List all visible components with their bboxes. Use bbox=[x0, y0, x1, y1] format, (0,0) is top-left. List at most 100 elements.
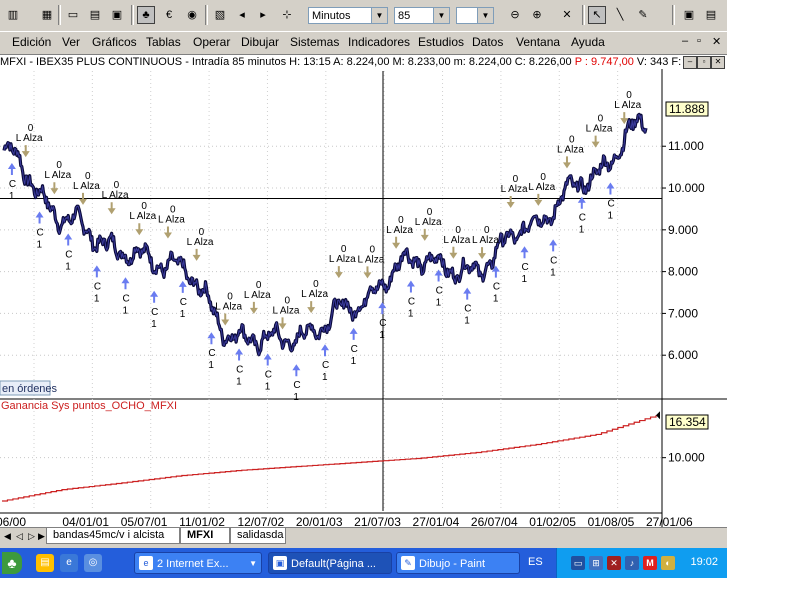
time-tick-label: 27/01/04 bbox=[413, 515, 460, 527]
tab-salidasda[interactable]: salidasda bbox=[230, 528, 286, 544]
speaker-icon[interactable]: ♪ bbox=[625, 556, 639, 570]
buy-signal-qty: 1 bbox=[37, 240, 43, 251]
sell-signal-zero: 0 bbox=[427, 207, 433, 218]
chart-style-icon[interactable]: ✕ bbox=[558, 6, 576, 24]
price-tick-label: 10.000 bbox=[668, 181, 705, 195]
portfolio-icon[interactable]: ♣ bbox=[137, 6, 155, 24]
tab-mfxi[interactable]: MFXI bbox=[180, 528, 230, 544]
zoom-out-icon[interactable]: ⊖ bbox=[506, 6, 524, 24]
mdi-minimize-icon[interactable]: – bbox=[682, 35, 688, 47]
messenger-icon[interactable]: ◐ bbox=[661, 556, 675, 570]
menu-graficos[interactable]: Gráficos bbox=[92, 35, 137, 49]
task-default-page[interactable]: ▣ Default(Página ... bbox=[268, 552, 392, 574]
tab-next-icon[interactable]: ▷ bbox=[28, 531, 35, 542]
chart-type-select[interactable]: ▼ bbox=[456, 7, 494, 24]
tab-last-icon[interactable]: ▶ bbox=[38, 531, 45, 542]
language-indicator[interactable]: ES bbox=[528, 556, 543, 568]
sell-signal-zero: 0 bbox=[285, 295, 291, 306]
sell-signal-label: L Alza bbox=[215, 302, 242, 313]
properties-icon[interactable]: ▧ bbox=[211, 6, 229, 24]
mdi-restore-icon[interactable]: ▫ bbox=[697, 35, 701, 47]
buy-signal-qty: 1 bbox=[550, 267, 556, 278]
sell-signal-label: L Alza bbox=[557, 144, 584, 155]
buy-signal-qty: 1 bbox=[122, 305, 128, 316]
sell-signal-zero: 0 bbox=[341, 244, 347, 255]
tab-prev-icon[interactable]: ◁ bbox=[16, 531, 23, 542]
chevron-down-icon[interactable]: ▼ bbox=[249, 553, 257, 573]
tab-first-icon[interactable]: ◀ bbox=[4, 531, 11, 542]
zoom-in-icon[interactable]: ⊕ bbox=[528, 6, 546, 24]
window-close-icon[interactable]: ✕ bbox=[711, 56, 725, 69]
open-file-icon[interactable]: ▤ bbox=[86, 6, 104, 24]
task-label: 2 Internet Ex... bbox=[157, 558, 229, 570]
start-button-icon[interactable]: ♣ bbox=[2, 552, 22, 574]
task-paint[interactable]: ✎ Dibujo - Paint bbox=[396, 552, 520, 574]
time-tick-label: 26/07/04 bbox=[471, 515, 518, 527]
buy-signal-label: C bbox=[94, 281, 101, 292]
chart-title-text: MFXI - IBEX35 PLUS CONTINUOUS - Intradía… bbox=[0, 56, 575, 68]
buy-signal-label: C bbox=[293, 380, 300, 391]
scroll-left-icon[interactable]: ◂ bbox=[233, 6, 251, 24]
draw-line-icon[interactable]: ╲ bbox=[611, 6, 629, 24]
buy-signal-qty: 1 bbox=[522, 274, 528, 285]
monitor-icon[interactable]: ▭ bbox=[571, 556, 585, 570]
menu-bar: Edición Ver Gráficos Tablas Operar Dibuj… bbox=[0, 32, 727, 52]
menu-datos[interactable]: Datos bbox=[472, 35, 503, 49]
menu-estudios[interactable]: Estudios bbox=[418, 35, 464, 49]
chevron-down-icon[interactable]: ▼ bbox=[477, 8, 493, 23]
browser-icon[interactable]: e bbox=[60, 554, 78, 572]
media-player-icon[interactable]: ◎ bbox=[84, 554, 102, 572]
chart-canvas[interactable]: C1L Alza0C1L Alza0C1L Alza0C1L Alza0C1L … bbox=[0, 69, 727, 527]
interval-value-select[interactable]: 85 ▼ bbox=[394, 7, 450, 24]
menu-ventana[interactable]: Ventana bbox=[516, 35, 560, 49]
pointer-icon[interactable]: ↖ bbox=[588, 6, 606, 24]
chevron-down-icon[interactable]: ▼ bbox=[433, 8, 449, 23]
menu-edicion[interactable]: Edición bbox=[12, 35, 51, 49]
bar-chart-icon[interactable]: ▥ bbox=[4, 6, 22, 24]
window-minimize-icon[interactable]: – bbox=[683, 56, 697, 69]
network-icon[interactable]: ⊞ bbox=[589, 556, 603, 570]
tab-bandas[interactable]: bandas45mc/v i alcista bbox=[46, 528, 180, 544]
orders-button-label[interactable]: en órdenes bbox=[2, 383, 58, 395]
menu-sistemas[interactable]: Sistemas bbox=[290, 35, 339, 49]
toolbar: ▥ ▦ ▭ ▤ ▣ ♣ € ◉ ▧ ◂ ▸ ⊹ Minutos ▼ 85 ▼ ▼… bbox=[0, 0, 727, 32]
sell-signal-label: L Alza bbox=[528, 182, 555, 193]
time-tick-label: 20/01/03 bbox=[296, 515, 343, 527]
scroll-right-icon[interactable]: ▸ bbox=[254, 6, 272, 24]
folder-icon[interactable]: ▭ bbox=[64, 6, 82, 24]
buy-signal-qty: 1 bbox=[607, 211, 613, 222]
buy-signal-qty: 1 bbox=[379, 330, 385, 341]
pen-icon[interactable]: ✎ bbox=[634, 6, 652, 24]
link-icon[interactable]: ⊹ bbox=[278, 6, 296, 24]
mail-icon[interactable]: M bbox=[643, 556, 657, 570]
sell-signal-label: L Alza bbox=[443, 235, 470, 246]
interval-unit-select[interactable]: Minutos ▼ bbox=[308, 7, 388, 24]
save-icon[interactable]: ▣ bbox=[108, 6, 126, 24]
task-internet-explorer[interactable]: e 2 Internet Ex... ▼ bbox=[134, 552, 262, 574]
desktop-icon[interactable]: ▤ bbox=[36, 554, 54, 572]
buy-signal-label: C bbox=[607, 199, 614, 210]
chart-window: MFXI - IBEX35 PLUS CONTINUOUS - Intradía… bbox=[0, 54, 727, 527]
currency-icon[interactable]: € bbox=[160, 6, 178, 24]
buy-signal-label: C bbox=[208, 348, 215, 359]
buy-signal-qty: 1 bbox=[408, 308, 414, 319]
equity-tick-label: 10.000 bbox=[668, 451, 705, 465]
system-tray: ▭ ⊞ ✕ ♪ M ◐ 19:02 bbox=[556, 548, 727, 578]
menu-operar[interactable]: Operar bbox=[193, 35, 230, 49]
mdi-close-icon[interactable]: ✕ bbox=[712, 35, 721, 48]
sell-signal-label: L Alza bbox=[329, 254, 356, 265]
sell-signal-label: L Alza bbox=[102, 190, 129, 201]
menu-ver[interactable]: Ver bbox=[62, 35, 80, 49]
menu-dibujar[interactable]: Dibujar bbox=[241, 35, 279, 49]
menu-ayuda[interactable]: Ayuda bbox=[571, 35, 605, 49]
chevron-down-icon[interactable]: ▼ bbox=[371, 8, 387, 23]
new-window-icon[interactable]: ▣ bbox=[680, 6, 698, 24]
menu-tablas[interactable]: Tablas bbox=[146, 35, 181, 49]
sheet-tabs-bar: ◀ ◁ ▷ ▶ bandas45mc/v i alcista MFXI sali… bbox=[0, 527, 727, 546]
menu-indicadores[interactable]: Indicadores bbox=[348, 35, 410, 49]
chart-window-icon[interactable]: ▤ bbox=[702, 6, 720, 24]
window-restore-icon[interactable]: ▫ bbox=[697, 56, 711, 69]
globe-icon[interactable]: ◉ bbox=[183, 6, 201, 24]
security-icon[interactable]: ✕ bbox=[607, 556, 621, 570]
grid-icon[interactable]: ▦ bbox=[38, 6, 56, 24]
